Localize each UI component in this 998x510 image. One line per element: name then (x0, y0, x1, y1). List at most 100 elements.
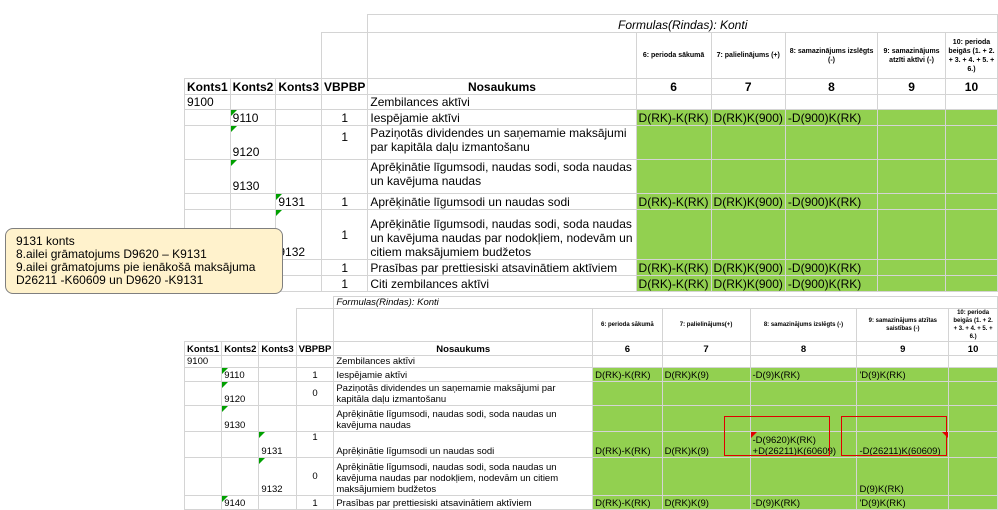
cell-col-7[interactable]: D(RK)K(900) (710, 193, 786, 210)
cell-konts2[interactable]: 9110 (229, 109, 277, 126)
cell-konts2[interactable]: 9110 (221, 367, 260, 382)
cell-col-6[interactable]: D(RK)-K(RK) (635, 193, 712, 210)
comment-callout: 9131 konts 8.ailei grāmatojums D9620 – K… (5, 228, 283, 294)
cell-nosaukums[interactable]: Aprēķinātie līgumsodi, naudas sodi, soda… (367, 209, 637, 260)
table-row: 9110 1 Iespējamie aktīvi D(RK)-K(RK) D(R… (184, 109, 998, 126)
header-col-9[interactable]: 9 (856, 341, 950, 356)
cell-col-7[interactable]: D(RK)K(900) (710, 275, 786, 292)
cell-nosaukums[interactable]: Zembilances aktīvi (333, 355, 594, 368)
formulas-table-top: Formulas(Rindas): Konti 6: perioda sākum… (184, 14, 998, 292)
header-konts2[interactable]: Konts2 (221, 341, 260, 356)
header-col-6[interactable]: 6 (592, 341, 663, 356)
cell-konts2[interactable]: 9130 (221, 405, 260, 432)
header-konts1[interactable]: Konts1 (184, 78, 231, 95)
table-row: 9120 1 Paziņotās dividendes un saņemamie… (184, 125, 998, 160)
cell-col-9[interactable]: 'D(9)K(RK) (856, 367, 950, 382)
cell-vbpbp[interactable]: 1 (295, 495, 335, 510)
cell-vbpbp[interactable]: 1 (321, 125, 369, 160)
cell-col-7[interactable]: D(RK)K(900) (710, 259, 786, 276)
cell-nosaukums[interactable]: Prasības par prettiesiski atsavinātiem a… (333, 495, 594, 510)
cell-vbpbp[interactable]: 1 (321, 193, 369, 210)
cell-col-8[interactable]: -D(900)K(RK) (784, 109, 879, 126)
cell-vbpbp[interactable]: 1 (295, 431, 335, 458)
header-col-10[interactable]: 10 (944, 78, 998, 95)
cell-konts1[interactable]: 9100 (184, 94, 231, 110)
header-nosaukums[interactable]: Nosaukums (333, 341, 594, 356)
cell-konts1[interactable]: 9100 (183, 355, 223, 368)
col-8-description: 8: samazinājums izslēgts (-) (749, 308, 858, 342)
col-10-description: 10: perioda beigās (1. + 2. + 3. + 4. + … (948, 308, 998, 342)
cell-nosaukums[interactable]: Aprēķinātie līgumsodi, naudas sodi, soda… (333, 405, 594, 432)
header-col-7[interactable]: 7 (661, 341, 751, 356)
header-col-10[interactable]: 10 (948, 341, 998, 356)
cell-col-8[interactable]: -D(900)K(RK) (784, 275, 879, 292)
cell-col-8[interactable]: -D(900)K(RK) (784, 193, 879, 210)
cell-col-7[interactable]: D(RK)K(9) (661, 495, 751, 510)
header-konts1[interactable]: Konts1 (183, 341, 223, 356)
col-7-description: 7: palielinājums (+) (710, 32, 786, 79)
cell-vbpbp[interactable]: 1 (321, 275, 369, 292)
header-konts3[interactable]: Konts3 (258, 341, 297, 356)
cell-konts2[interactable]: 9120 (229, 125, 277, 160)
cell-col-6[interactable]: D(RK)-K(RK) (592, 431, 663, 458)
cell-col-8[interactable]: -D(900)K(RK) (784, 259, 879, 276)
cell-col-6[interactable]: D(RK)-K(RK) (592, 495, 663, 510)
cell-nosaukums[interactable]: Paziņotās dividendes un saņemamie maksāj… (367, 125, 637, 160)
header-col-7[interactable]: 7 (710, 78, 786, 95)
cell-col-7[interactable]: D(RK)K(900) (710, 109, 786, 126)
cell-konts2[interactable]: 9130 (229, 159, 277, 194)
table-row: 1 Citi zembilances aktīvi D(RK)-K(RK) D(… (184, 275, 998, 292)
cell-vbpbp[interactable]: 1 (321, 209, 369, 260)
cell-col-6[interactable]: D(RK)-K(RK) (635, 259, 712, 276)
note-line: D26211 -K60609 un D9620 -K9131 (16, 273, 204, 287)
col-8-description: 8: samazinājums izslēgts (-) (784, 32, 879, 79)
col-9-description: 9: samazinājums atzīti aktīvi (-) (877, 32, 946, 79)
header-vbpbp[interactable]: VBPBP (321, 78, 369, 95)
cell-vbpbp[interactable]: 0 (295, 381, 335, 406)
cell-col-6[interactable]: D(RK)-K(RK) (592, 367, 663, 382)
header-nosaukums[interactable]: Nosaukums (367, 78, 637, 95)
cell-col-8[interactable]: -D(9)K(RK) (749, 495, 858, 510)
cell-col-6[interactable]: D(RK)-K(RK) (635, 109, 712, 126)
table-row: 1 Prasības par prettiesiski atsavinātiem… (184, 259, 998, 276)
cell-col-9[interactable]: 'D(9)K(RK) (856, 495, 950, 510)
cell-vbpbp[interactable]: 1 (321, 109, 369, 126)
cell-nosaukums[interactable]: Prasības par prettiesiski atsavinātiem a… (367, 259, 637, 276)
cell-col-9[interactable]: D(9)K(RK) (856, 457, 950, 496)
header-konts3[interactable]: Konts3 (275, 78, 323, 95)
table-row: 9100 Zembilances aktīvi (184, 94, 998, 110)
cell-nosaukums[interactable]: Aprēķinātie līgumsodi un naudas sodi (333, 431, 594, 458)
cell-col-7[interactable]: D(RK)K(9) (661, 367, 751, 382)
cell-col-6[interactable]: D(RK)-K(RK) (635, 275, 712, 292)
cell-vbpbp[interactable]: 0 (295, 457, 335, 496)
header-col-8[interactable]: 8 (749, 341, 858, 356)
header-col-6[interactable]: 6 (635, 78, 712, 95)
cell-konts3[interactable]: 9131 (258, 431, 297, 458)
table-row: 9131 1 Aprēķinātie līgumsodi un naudas s… (184, 193, 998, 210)
cell-vbpbp[interactable]: 1 (295, 367, 335, 382)
highlight-box-col-9 (841, 416, 947, 456)
cell-nosaukums[interactable]: Aprēķinātie līgumsodi, naudas sodi, soda… (333, 457, 594, 496)
cell-nosaukums[interactable]: Aprēķinātie līgumsodi, naudas sodi, soda… (367, 159, 637, 194)
cell-konts2[interactable]: 9120 (221, 381, 260, 406)
col-10-description: 10: perioda beigās (1. + 2. + 3. + 4. + … (944, 32, 998, 79)
cell-nosaukums[interactable]: Iespējamie aktīvi (333, 367, 594, 382)
cell-konts3[interactable]: 9131 (275, 193, 323, 210)
cell-vbpbp[interactable]: 1 (321, 259, 369, 276)
header-col-8[interactable]: 8 (784, 78, 879, 95)
cell-konts3[interactable]: 9132 (258, 457, 297, 496)
cell-nosaukums[interactable]: Iespējamie aktīvi (367, 109, 637, 126)
col-6-description: 6: perioda sākumā (635, 32, 712, 79)
table-title: Formulas(Rindas): Konti (333, 296, 998, 309)
highlight-box-col-8 (724, 416, 830, 456)
header-konts2[interactable]: Konts2 (229, 78, 277, 95)
header-vbpbp[interactable]: VBPBP (295, 341, 335, 356)
cell-col-8[interactable]: -D(9)K(RK) (749, 367, 858, 382)
cell-nosaukums[interactable]: Aprēķinātie līgumsodi un naudas sodi (367, 193, 637, 210)
cell-nosaukums[interactable]: Citi zembilances aktīvi (367, 275, 637, 292)
header-col-9[interactable]: 9 (877, 78, 946, 95)
cell-nosaukums[interactable]: Zembilances aktīvi (367, 94, 637, 110)
table-row: 9130 Aprēķinātie līgumsodi, naudas sodi,… (184, 159, 998, 194)
cell-konts2[interactable]: 9140 (221, 495, 260, 510)
cell-nosaukums[interactable]: Paziņotās dividendes un saņemamie maksāj… (333, 381, 594, 406)
